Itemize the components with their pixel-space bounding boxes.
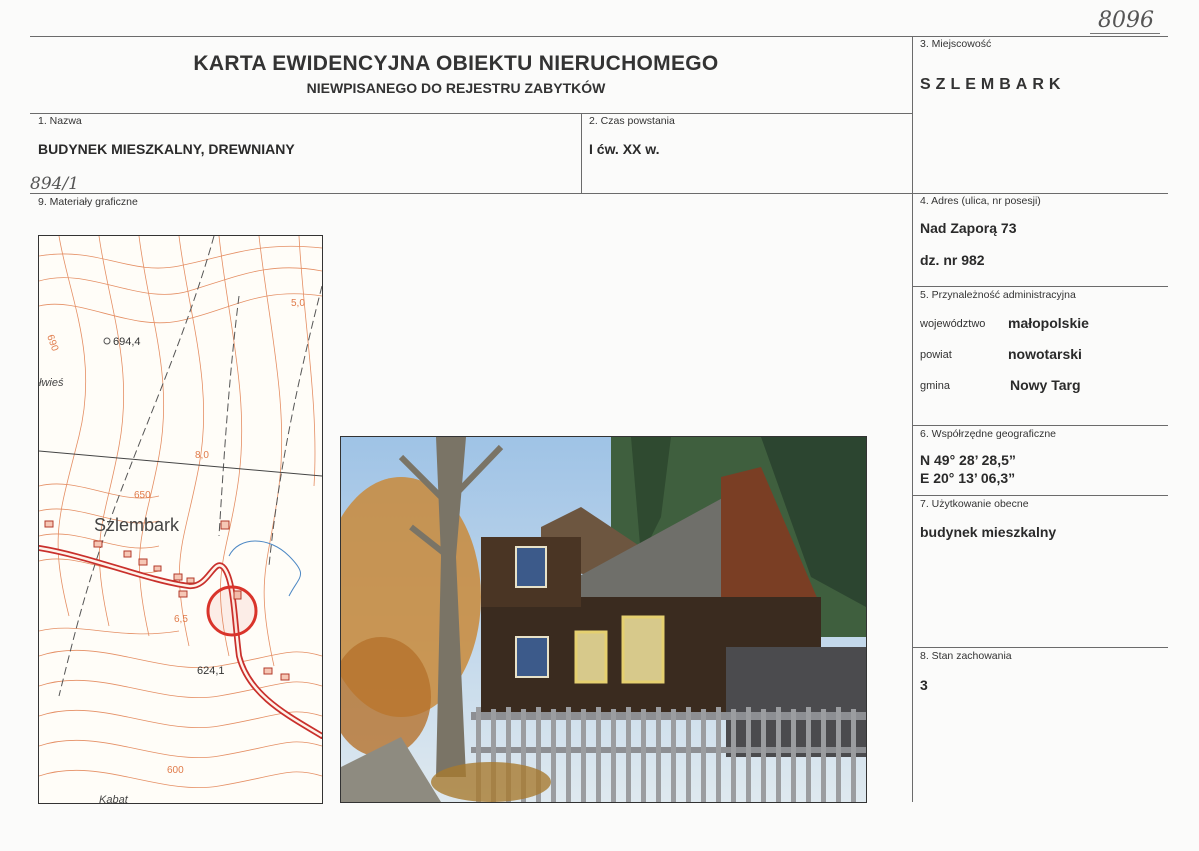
field-5-key-county: powiat xyxy=(920,349,952,361)
window-3 xyxy=(621,615,665,684)
map-label-elev2: 624,1 xyxy=(197,665,225,677)
page-title: KARTA EWIDENCYJNA OBIEKTU NIERUCHOMEGO xyxy=(193,52,719,75)
location-marker xyxy=(206,585,258,637)
house-photograph xyxy=(340,436,867,803)
map-label-contour-650: 650 xyxy=(134,490,151,501)
map-label-km1: 5,0 xyxy=(291,298,305,309)
field-6-label: 6. Współrzędne geograficzne xyxy=(920,428,1056,440)
field-7-value: budynek mieszkalny xyxy=(920,524,1057,540)
window-1 xyxy=(515,636,549,678)
map-label-fragment-left: łwieś xyxy=(39,377,64,389)
rule-under-title xyxy=(30,113,912,114)
field-9-label: 9. Materiały graficzne xyxy=(38,196,138,208)
rule-under-name xyxy=(30,193,1168,194)
topographic-map: 694,4 Szlembark 624,1 łwieś Kabat 690 65… xyxy=(38,235,323,804)
field-8-value: 3 xyxy=(920,677,928,693)
field-1-label: 1. Nazwa xyxy=(38,115,82,127)
map-label-fragment-bottom: Kabat xyxy=(99,794,129,803)
handwritten-card-number: 8096 xyxy=(1098,8,1154,33)
field-4-address: Nad Zaporą 73 xyxy=(920,220,1017,236)
field-4-plot: dz. nr 982 xyxy=(920,252,985,268)
field-4-label: 4. Adres (ulica, nr posesji) xyxy=(920,195,1041,207)
map-label-contour-600: 600 xyxy=(167,765,184,776)
rule-right-7 xyxy=(912,495,1168,496)
map-label-elev1: 694,4 xyxy=(113,336,141,348)
field-3-label: 3. Miejscowość xyxy=(920,38,992,50)
field-2-value: I ćw. XX w. xyxy=(589,141,660,157)
map-label-contour-690: 690 xyxy=(44,333,60,353)
map-label-km2: 8,0 xyxy=(195,450,209,461)
rule-right-6 xyxy=(912,425,1168,426)
field-1-value: BUDYNEK MIESZKALNY, DREWNIANY xyxy=(38,141,295,157)
field-5-value-commune: Nowy Targ xyxy=(1010,377,1081,393)
rule-top xyxy=(30,36,1168,37)
page-subtitle: NIEWPISANEGO DO REJESTRU ZABYTKÓW xyxy=(306,80,606,96)
grid-line xyxy=(39,450,322,477)
window-2 xyxy=(574,630,608,684)
field-3-value: SZLEMBARK xyxy=(920,76,1066,93)
field-5-key-voivodeship: województwo xyxy=(920,318,986,330)
handwritten-underline xyxy=(1090,33,1160,34)
rule-right-5 xyxy=(912,286,1168,287)
contour-lines xyxy=(39,236,322,788)
map-drawing: 694,4 Szlembark 624,1 łwieś Kabat 690 65… xyxy=(39,236,322,803)
divider-name-date xyxy=(581,113,582,193)
field-7-label: 7. Użytkowanie obecne xyxy=(920,498,1029,510)
field-2-label: 2. Czas powstania xyxy=(589,115,675,127)
divider-right-column xyxy=(912,36,913,802)
fallen-leaves xyxy=(431,762,551,802)
elevation-point-1 xyxy=(103,337,111,345)
map-label-place: Szlembark xyxy=(94,515,180,535)
map-label-km3: 6,5 xyxy=(174,614,188,625)
field-6-latitude: N 49° 28’ 28,5” xyxy=(920,452,1016,468)
field-5-value-county: nowotarski xyxy=(1008,346,1082,362)
photo-drawing xyxy=(341,437,866,802)
field-5-value-voivodeship: małopolskie xyxy=(1008,315,1089,331)
field-8-label: 8. Stan zachowania xyxy=(920,650,1012,662)
field-6-longitude: E 20° 13’ 06,3” xyxy=(920,470,1016,486)
rule-right-8 xyxy=(912,647,1168,648)
field-5-key-commune: gmina xyxy=(920,380,950,392)
field-5-label: 5. Przynależność administracyjna xyxy=(920,289,1076,301)
handwritten-plot-ref: 894/1 xyxy=(30,174,79,194)
